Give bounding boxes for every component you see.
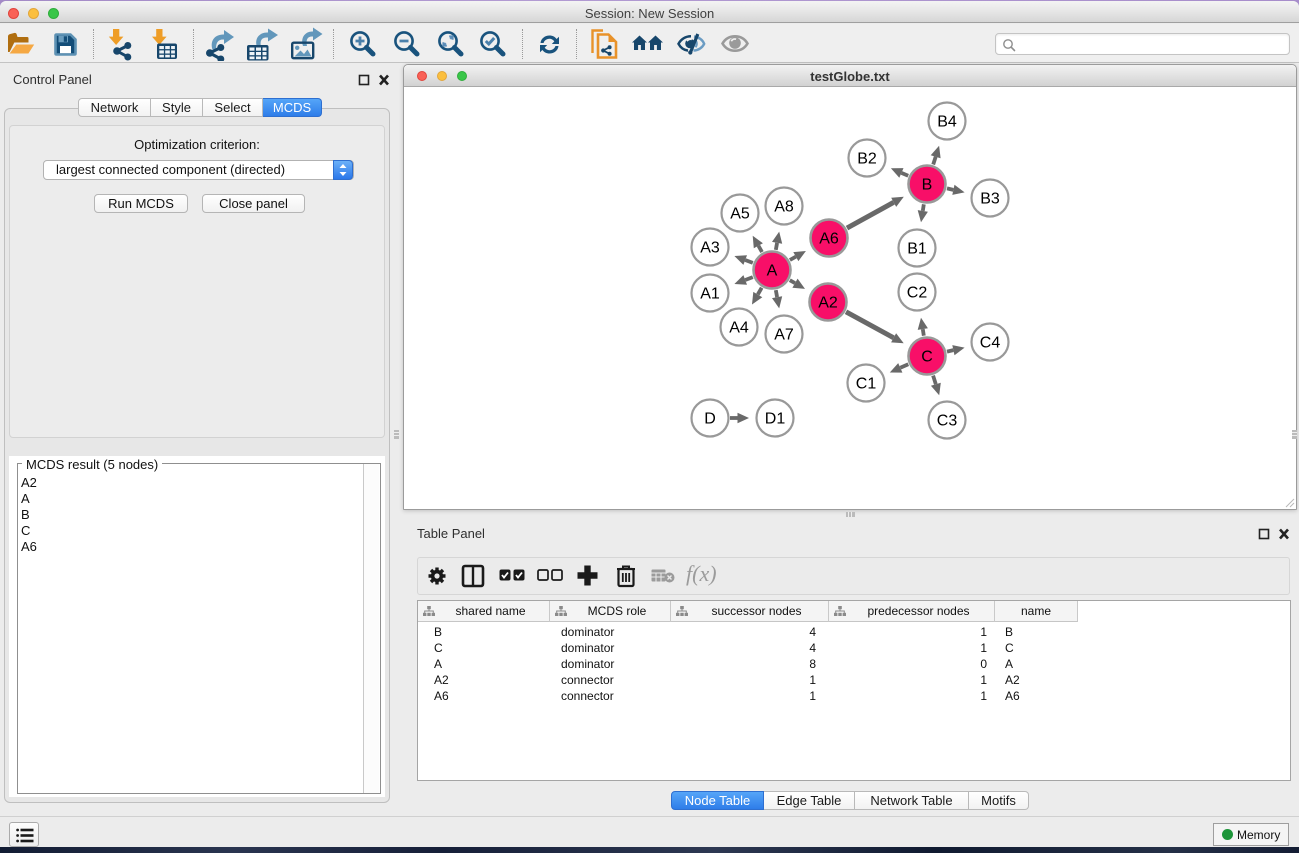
svg-text:A6: A6	[819, 231, 839, 248]
svg-text:D1: D1	[765, 411, 786, 428]
svg-text:A5: A5	[730, 206, 750, 223]
svg-text:C4: C4	[980, 335, 1001, 352]
svg-text:A4: A4	[729, 320, 749, 337]
svg-text:A2: A2	[818, 295, 838, 312]
svg-text:B1: B1	[907, 241, 927, 258]
svg-text:A: A	[767, 263, 778, 280]
svg-text:B2: B2	[857, 151, 877, 168]
svg-text:B4: B4	[937, 114, 957, 131]
svg-text:A8: A8	[774, 199, 794, 216]
svg-text:A7: A7	[774, 327, 794, 344]
svg-text:A3: A3	[700, 240, 720, 257]
svg-text:C: C	[921, 349, 933, 366]
svg-text:B3: B3	[980, 191, 1000, 208]
svg-text:B: B	[922, 177, 933, 194]
svg-text:C1: C1	[856, 376, 877, 393]
svg-text:D: D	[704, 411, 716, 428]
svg-text:C3: C3	[937, 413, 958, 430]
svg-text:C2: C2	[907, 285, 928, 302]
svg-text:A1: A1	[700, 286, 720, 303]
